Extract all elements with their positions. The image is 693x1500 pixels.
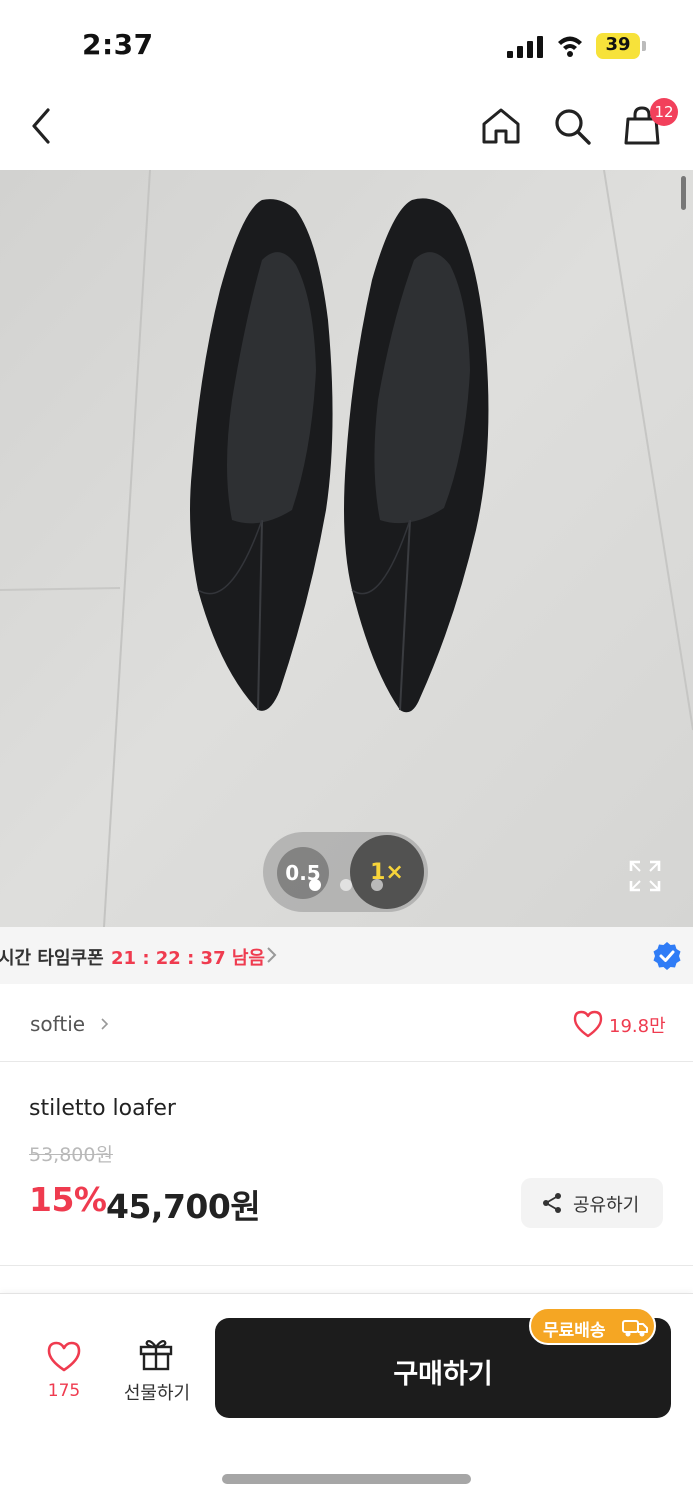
search-button[interactable] (548, 102, 596, 150)
home-indicator[interactable] (222, 1474, 471, 1484)
product-name: stiletto loafer (29, 1096, 176, 1121)
share-label: 공유하기 (573, 1195, 640, 1216)
search-icon (555, 109, 591, 145)
discount-rate: 15% (29, 1180, 107, 1219)
home-button[interactable] (477, 102, 525, 150)
pagination-dot[interactable] (340, 879, 352, 891)
verified-icon (653, 942, 681, 970)
cart-count-badge: 12 (650, 98, 678, 126)
signal-icon (507, 36, 543, 58)
image-scrollbar[interactable] (681, 176, 686, 210)
chevron-right-icon (267, 947, 277, 963)
top-nav-bar (0, 90, 693, 170)
gift-label: 선물하기 (123, 1383, 191, 1404)
chevron-right-icon (101, 1018, 109, 1030)
share-icon (543, 1193, 561, 1213)
truck-icon (622, 1320, 648, 1337)
zoom-0-5-button[interactable]: 0.5 (277, 847, 329, 899)
battery-indicator: 39 (596, 33, 646, 59)
product-photo (0, 170, 693, 927)
product-info: stiletto loafer 53,800원 15% 45,700원 공유하기 (0, 1062, 693, 1266)
wish-count: 175 (47, 1381, 81, 1401)
seller-row: softie 19.8만 (0, 984, 693, 1062)
heart-icon (47, 1341, 81, 1372)
pagination-dot[interactable] (371, 879, 383, 891)
pagination-dot-active[interactable] (309, 879, 321, 891)
wish-button[interactable]: 175 (34, 1337, 94, 1407)
back-icon (32, 108, 50, 144)
status-time: 2:37 (82, 28, 154, 61)
heart-icon[interactable] (573, 1010, 603, 1038)
seller-like-count: 19.8만 (609, 1016, 666, 1037)
coupon-label: 시간 타임쿠폰 (0, 948, 104, 969)
seller-name-link[interactable]: softie (30, 1012, 85, 1036)
back-button[interactable] (18, 102, 66, 150)
gift-icon (139, 1340, 173, 1371)
battery-level: 39 (605, 34, 631, 55)
product-image[interactable] (0, 170, 693, 927)
free-shipping-badge: 무료배송 (529, 1307, 656, 1345)
free-shipping-label: 무료배송 (543, 1321, 606, 1341)
status-bar: 2:37 39 (0, 0, 693, 90)
zoom-1x-button[interactable]: 1× (350, 835, 424, 909)
gift-button[interactable]: 선물하기 (113, 1333, 201, 1407)
wifi-icon (558, 36, 582, 57)
home-icon (482, 108, 520, 144)
expand-icon[interactable] (627, 858, 663, 894)
original-price: 53,800원 (29, 1144, 113, 1166)
share-button[interactable]: 공유하기 (521, 1178, 663, 1228)
sale-price: 45,700원 (106, 1187, 261, 1226)
coupon-timer: 21 : 22 : 37 남음 (111, 948, 265, 969)
buy-label: 구매하기 (393, 1359, 493, 1390)
time-coupon-banner[interactable]: 시간 타임쿠폰 21 : 22 : 37 남음 (0, 927, 693, 984)
